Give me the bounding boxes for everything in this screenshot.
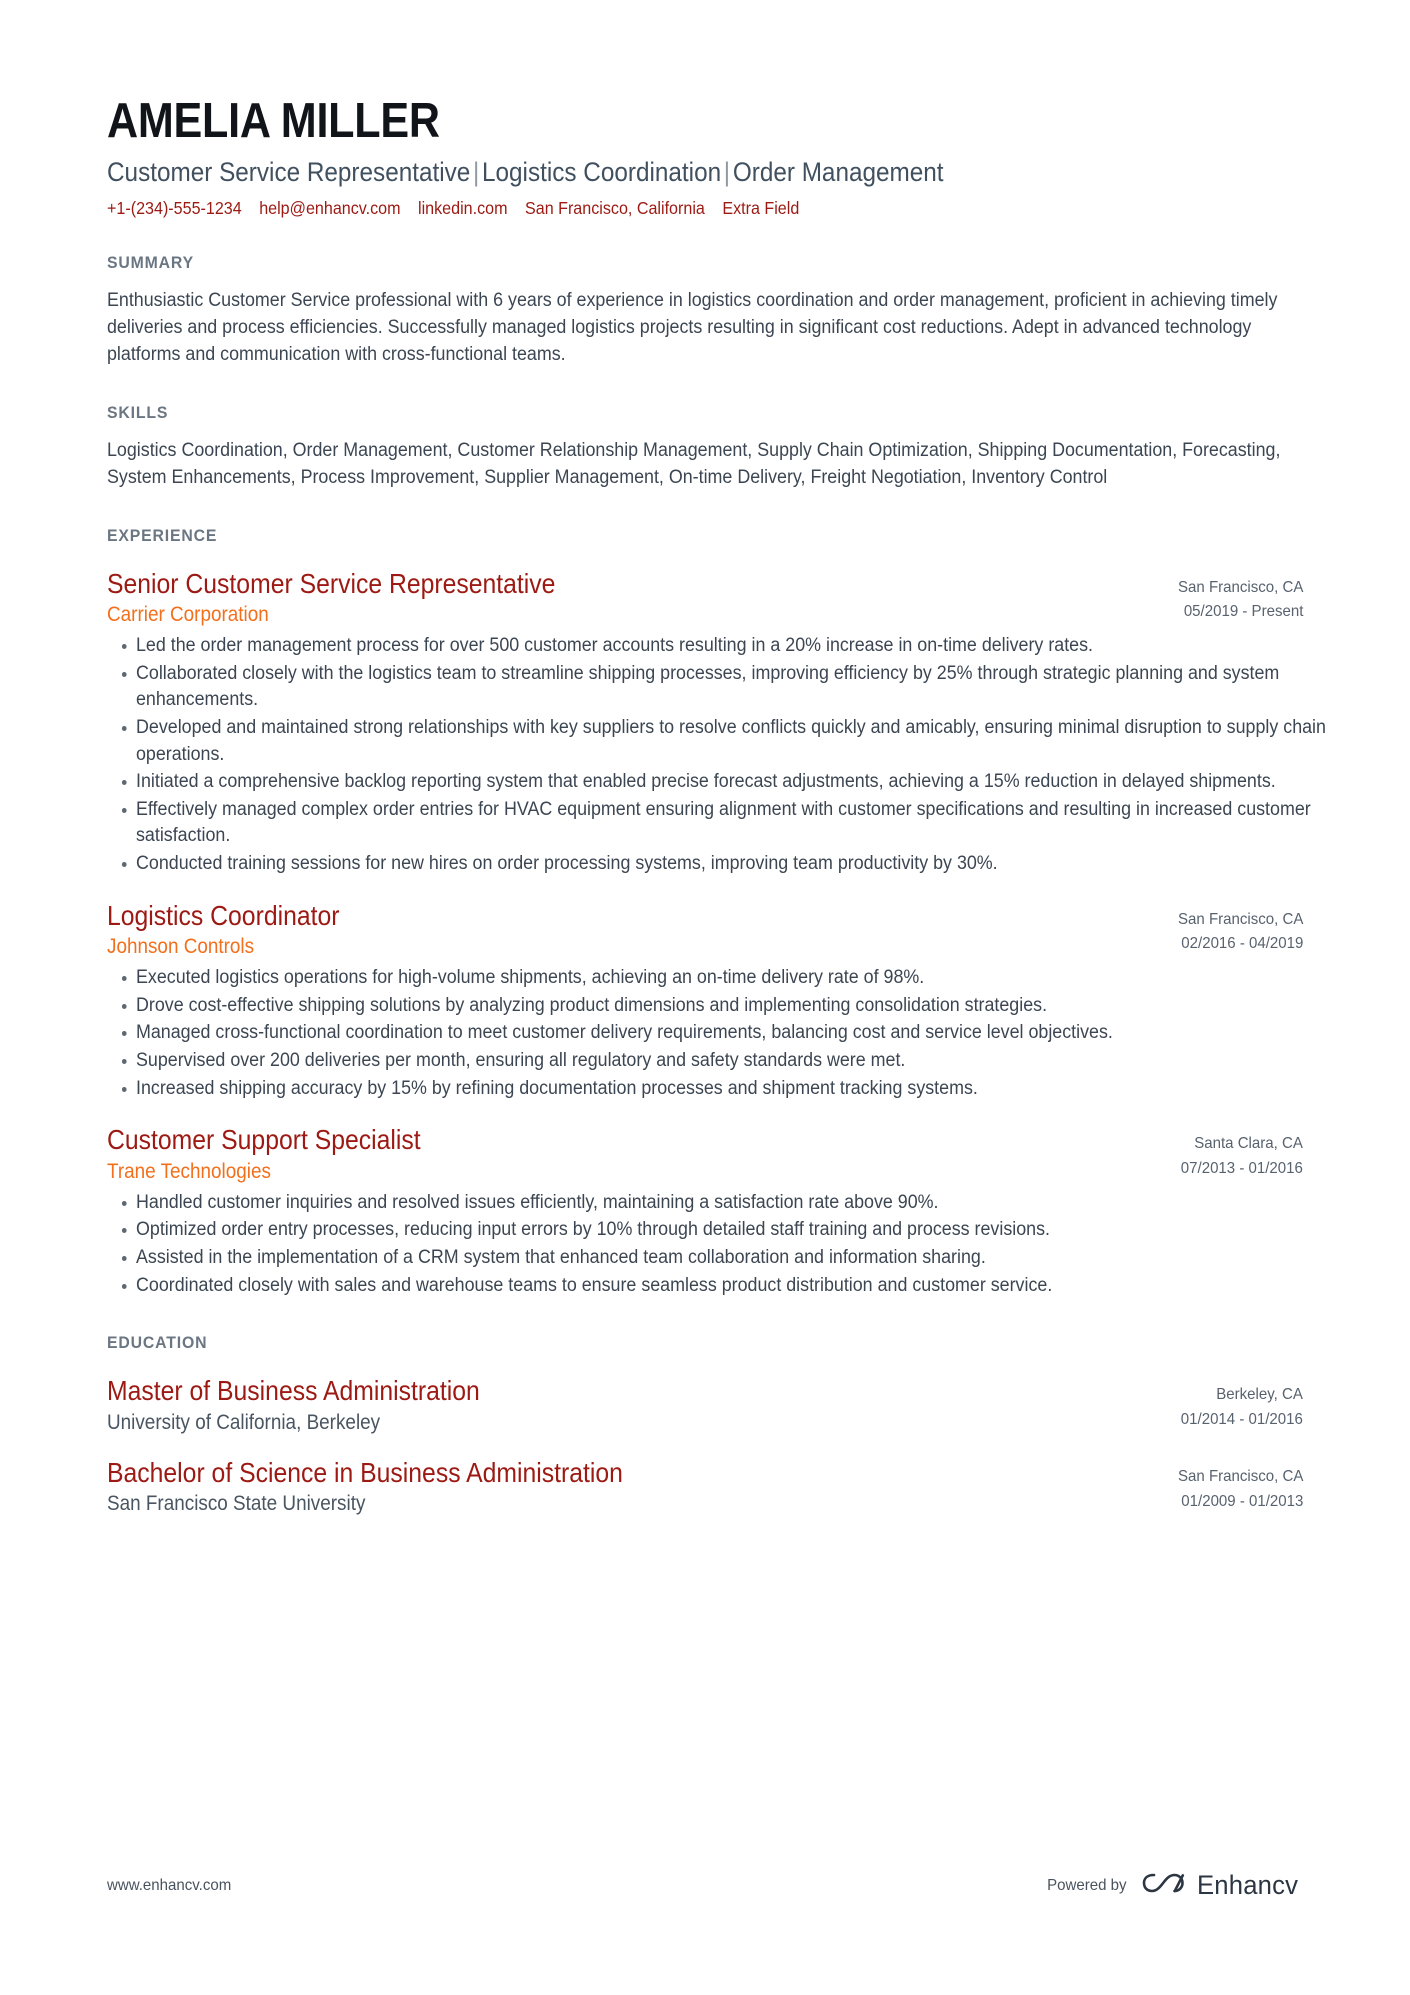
experience-entry-header: Senior Customer Service Representative C… — [107, 568, 1303, 628]
list-item: Coordinated closely with sales and wareh… — [121, 1273, 1332, 1300]
education-entry: Bachelor of Science in Business Administ… — [107, 1457, 1303, 1517]
contact-extra-field: Extra Field — [722, 197, 800, 218]
degree-title: Master of Business Administration — [107, 1375, 480, 1407]
job-title: Senior Customer Service Representative — [107, 567, 556, 599]
contact-phone[interactable]: +1-(234)-555-1234 — [107, 198, 242, 218]
experience-entry-meta: San Francisco, CA 02/2016 - 04/2019 — [1146, 900, 1303, 958]
job-dates: 05/2019 - Present — [1183, 603, 1303, 621]
list-item: Conducted training sessions for new hire… — [121, 851, 1332, 878]
school-dates: 01/2009 - 01/2013 — [1180, 1492, 1303, 1510]
headline-separator-1: | — [473, 157, 480, 188]
section-title-experience: EXPERIENCE — [107, 525, 218, 545]
job-bullets: Executed logistics operations for high-v… — [107, 965, 1408, 1102]
experience-entry-main: Customer Support Specialist Trane Techno… — [107, 1124, 1149, 1184]
list-item: Supervised over 200 deliveries per month… — [121, 1048, 1332, 1075]
job-location: Santa Clara, CA — [1194, 1135, 1303, 1153]
experience-entry-meta: San Francisco, CA 05/2019 - Present — [1146, 568, 1303, 626]
list-item: Executed logistics operations for high-v… — [121, 965, 1332, 992]
headline-part-3: Order Management — [732, 157, 944, 188]
company-name: Johnson Controls — [107, 935, 255, 959]
education-entry-header: Master of Business Administration Univer… — [107, 1375, 1303, 1435]
list-item: Effectively managed complex order entrie… — [121, 797, 1332, 850]
resume-header: AMELIA MILLER Customer Service Represent… — [107, 94, 1303, 219]
education-entry: Master of Business Administration Univer… — [107, 1375, 1303, 1435]
candidate-name: AMELIA MILLER — [107, 94, 440, 148]
education-entry-main: Master of Business Administration Univer… — [107, 1375, 1149, 1435]
contact-email[interactable]: help@enhancv.com — [259, 198, 400, 218]
headline-part-1: Customer Service Representative — [107, 157, 471, 188]
job-title: Logistics Coordinator — [107, 899, 340, 931]
infinity-icon — [1141, 1869, 1187, 1902]
experience-entry: Logistics Coordinator Johnson Controls S… — [107, 900, 1303, 1103]
job-dates: 07/2013 - 01/2016 — [1180, 1160, 1303, 1178]
summary-text: Enthusiastic Customer Service profession… — [107, 289, 1278, 365]
degree-title: Bachelor of Science in Business Administ… — [107, 1456, 623, 1488]
list-item: Initiated a comprehensive backlog report… — [121, 769, 1332, 796]
list-item: Drove cost-effective shipping solutions … — [121, 993, 1332, 1020]
candidate-headline: Customer Service Representative| Logistic… — [107, 156, 1183, 188]
job-location: San Francisco, CA — [1177, 578, 1303, 596]
section-skills: SKILLS Logistics Coordination, Order Man… — [107, 403, 1303, 492]
list-item: Led the order management process for ove… — [121, 633, 1332, 660]
experience-entry-header: Customer Support Specialist Trane Techno… — [107, 1124, 1303, 1184]
brand-name: Enhancv — [1196, 1870, 1298, 1900]
company-name: Carrier Corporation — [107, 603, 269, 627]
resume-content: AMELIA MILLER Customer Service Represent… — [107, 0, 1326, 1516]
job-bullets: Led the order management process for ove… — [107, 633, 1408, 877]
contact-linkedin[interactable]: linkedin.com — [418, 198, 507, 218]
education-entry-meta: Berkeley, CA 01/2014 - 01/2016 — [1149, 1375, 1303, 1433]
contact-location: San Francisco, California — [524, 197, 705, 218]
company-name: Trane Technologies — [107, 1159, 271, 1183]
school-location: San Francisco, CA — [1177, 1467, 1303, 1485]
list-item: Managed cross-functional coordination to… — [121, 1020, 1332, 1047]
section-title-summary: SUMMARY — [107, 252, 194, 272]
resume-page: AMELIA MILLER Customer Service Represent… — [0, 0, 1410, 1995]
section-summary: SUMMARY Enthusiastic Customer Service pr… — [107, 253, 1303, 369]
list-item: Handled customer inquiries and resolved … — [121, 1190, 1332, 1217]
footer-branding: Powered by Enhancv — [1042, 1869, 1303, 1902]
footer-website-url[interactable]: www.enhancv.com — [107, 1877, 231, 1895]
section-title-education: EDUCATION — [107, 1333, 208, 1353]
list-item: Increased shipping accuracy by 15% by re… — [121, 1076, 1332, 1103]
school-location: Berkeley, CA — [1216, 1386, 1303, 1404]
list-item: Assisted in the implementation of a CRM … — [121, 1245, 1332, 1272]
experience-entry-meta: Santa Clara, CA 07/2013 - 01/2016 — [1149, 1124, 1303, 1182]
list-item: Collaborated closely with the logistics … — [121, 661, 1332, 714]
job-bullets: Handled customer inquiries and resolved … — [107, 1190, 1408, 1299]
experience-entry: Customer Support Specialist Trane Techno… — [107, 1124, 1303, 1299]
job-title: Customer Support Specialist — [107, 1124, 421, 1156]
education-entry-header: Bachelor of Science in Business Administ… — [107, 1457, 1303, 1517]
contact-row: +1-(234)-555-1234 help@enhancv.com linkedi… — [107, 198, 1207, 219]
headline-part-2: Logistics Coordination — [482, 157, 722, 188]
education-entry-main: Bachelor of Science in Business Administ… — [107, 1457, 1146, 1517]
experience-entry-main: Senior Customer Service Representative C… — [107, 568, 1146, 628]
page-footer: www.enhancv.com Powered by Enhancv — [107, 1869, 1303, 1902]
experience-entry-main: Logistics Coordinator Johnson Controls — [107, 900, 1146, 960]
experience-entry-header: Logistics Coordinator Johnson Controls S… — [107, 900, 1303, 960]
school-dates: 01/2014 - 01/2016 — [1180, 1411, 1303, 1429]
school-name: University of California, Berkeley — [107, 1410, 381, 1434]
school-name: San Francisco State University — [107, 1492, 366, 1516]
list-item: Optimized order entry processes, reducin… — [121, 1217, 1332, 1244]
education-entry-meta: San Francisco, CA 01/2009 - 01/2013 — [1146, 1457, 1303, 1515]
skills-text: Logistics Coordination, Order Management… — [107, 439, 1281, 488]
job-dates: 02/2016 - 04/2019 — [1180, 935, 1303, 953]
headline-separator-2: | — [723, 157, 731, 188]
job-location: San Francisco, CA — [1177, 910, 1303, 928]
enhancv-logo: Enhancv — [1141, 1869, 1303, 1902]
section-education: EDUCATION Master of Business Administrat… — [107, 1333, 1303, 1516]
list-item: Developed and maintained strong relation… — [121, 715, 1332, 768]
section-experience: EXPERIENCE Senior Customer Service Repre… — [107, 525, 1326, 1300]
experience-entry: Senior Customer Service Representative C… — [107, 568, 1326, 878]
section-title-skills: SKILLS — [107, 402, 169, 422]
powered-by-label: Powered by — [1047, 1876, 1127, 1894]
